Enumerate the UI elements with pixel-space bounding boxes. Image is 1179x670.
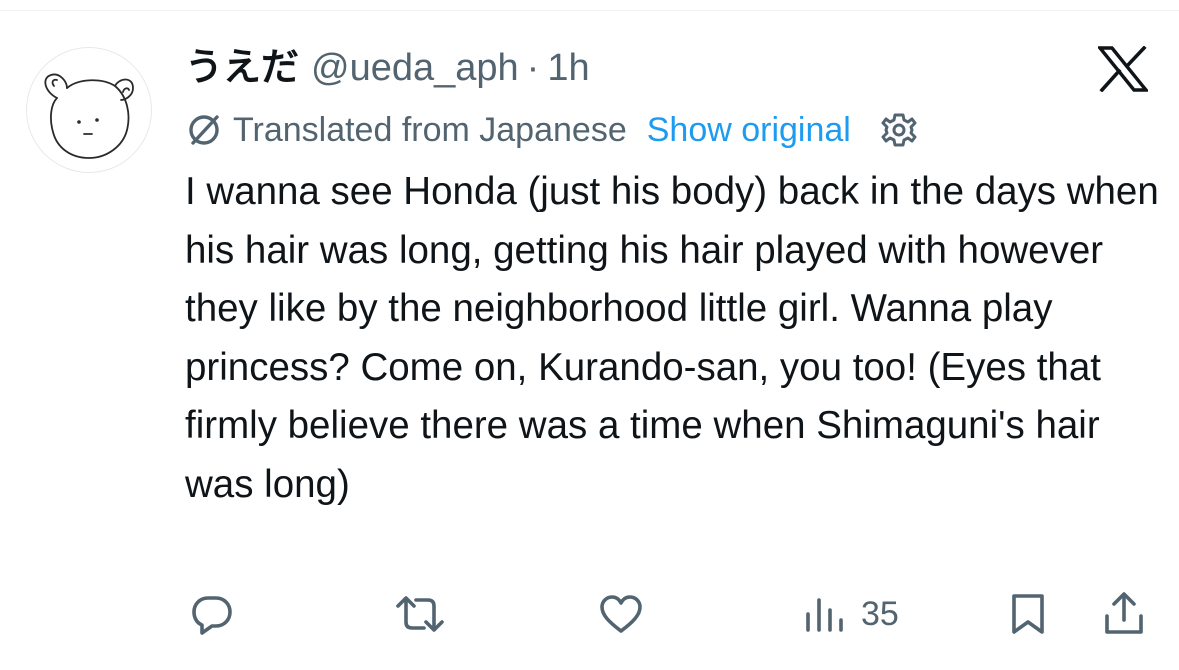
reply-button[interactable] — [188, 590, 236, 638]
share-icon — [1105, 592, 1143, 634]
post-header: うえだ @ueda_aph · 1h — [185, 44, 590, 92]
avatar[interactable] — [26, 47, 152, 173]
heart-icon — [600, 595, 642, 633]
bookmark-button[interactable] — [1008, 590, 1048, 638]
post-time[interactable]: 1h — [547, 44, 589, 92]
display-name[interactable]: うえだ — [185, 44, 299, 92]
globe-icon — [189, 115, 219, 145]
reply-icon — [192, 596, 232, 635]
separator-dot: · — [526, 47, 540, 89]
repost-button[interactable] — [394, 590, 446, 638]
avatar-bear-drawing — [44, 73, 134, 159]
views-icon — [806, 598, 843, 632]
user-handle[interactable]: @ueda_aph — [311, 44, 519, 92]
x-logo-icon[interactable] — [1098, 46, 1148, 92]
like-button[interactable] — [597, 590, 645, 638]
repost-icon — [396, 596, 444, 632]
post-text: I wanna see Honda (just his body) back i… — [185, 170, 1159, 506]
views-button[interactable]: 35 — [803, 590, 899, 638]
action-bar: 35 — [0, 590, 1179, 638]
translated-label: Translated from Japanese — [233, 111, 627, 149]
show-original-link[interactable]: Show original — [647, 108, 851, 152]
top-divider — [0, 10, 1179, 11]
share-button[interactable] — [1101, 590, 1147, 638]
bookmark-icon — [1012, 594, 1044, 634]
translation-row: Translated from Japanese Show original — [185, 108, 919, 152]
views-count: 35 — [861, 595, 899, 633]
gear-icon[interactable] — [879, 110, 919, 150]
